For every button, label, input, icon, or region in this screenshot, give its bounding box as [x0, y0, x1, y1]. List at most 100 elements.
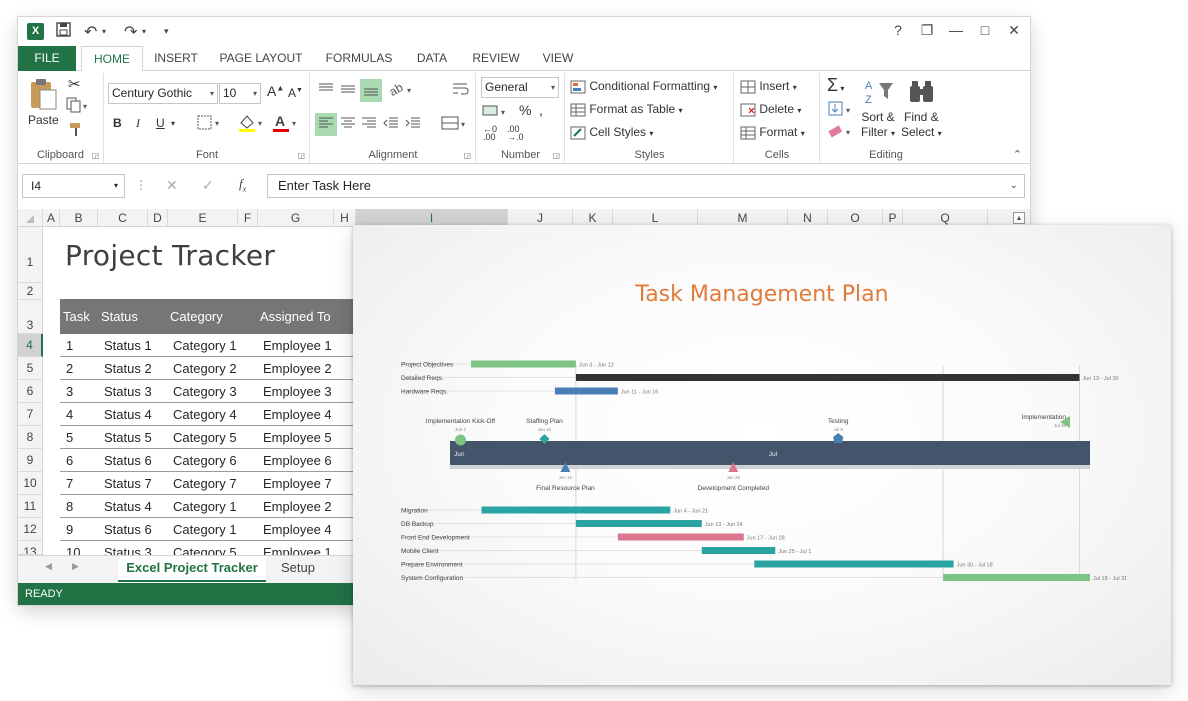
format-painter-icon[interactable] [68, 121, 84, 140]
dialog-launcher-icon[interactable]: ◲ [91, 151, 99, 160]
assigned-to-cell[interactable]: Employee 4 [263, 403, 332, 426]
task-cell[interactable]: 9 [66, 518, 73, 541]
fill-icon[interactable]: ▾ [827, 101, 855, 120]
tab-home[interactable]: HOME [81, 46, 143, 72]
ribbon-display-button[interactable]: ❐ [917, 22, 937, 39]
select-all-corner[interactable] [18, 209, 43, 227]
percent-button[interactable]: % [519, 102, 531, 118]
font-name-select[interactable]: Century Gothic ▾ [108, 83, 218, 104]
assigned-to-cell[interactable]: Employee 1 [263, 334, 332, 357]
column-header[interactable]: C [98, 209, 148, 227]
row-header[interactable]: 8 [18, 426, 43, 449]
category-cell[interactable]: Category 5 [173, 541, 237, 555]
dialog-launcher-icon[interactable]: ◲ [463, 151, 471, 160]
assigned-to-cell[interactable]: Employee 6 [263, 449, 332, 472]
insert-function-icon[interactable]: fx [239, 176, 246, 194]
assigned-to-cell[interactable]: Employee 5 [263, 426, 332, 449]
category-cell[interactable]: Category 1 [173, 495, 237, 518]
task-cell[interactable]: 8 [66, 495, 73, 518]
comma-style-icon[interactable]: , [539, 102, 543, 118]
header-assigned-to[interactable]: Assigned To [260, 299, 331, 334]
decrease-indent-icon[interactable] [382, 115, 400, 134]
task-cell[interactable]: 5 [66, 426, 73, 449]
category-cell[interactable]: Category 5 [173, 426, 237, 449]
sort-filter-icon[interactable]: AZ [865, 77, 895, 110]
tab-page-layout[interactable]: PAGE LAYOUT [215, 46, 307, 71]
accounting-format-icon[interactable]: ▾ [481, 103, 509, 122]
header-category[interactable]: Category [170, 299, 223, 334]
row-header[interactable]: 9 [18, 449, 43, 472]
borders-icon[interactable]: ▾ [197, 115, 223, 134]
save-icon[interactable] [56, 22, 71, 40]
task-cell[interactable]: 7 [66, 472, 73, 495]
align-bottom-icon[interactable] [360, 79, 382, 102]
row-header-selected[interactable]: 4 [18, 334, 43, 357]
wrap-text-icon[interactable] [451, 81, 469, 100]
assigned-to-cell[interactable]: Employee 3 [263, 380, 332, 403]
sheet-tab-excel-project-tracker[interactable]: Excel Project Tracker [118, 556, 266, 582]
row-header[interactable]: 1 [18, 227, 43, 283]
tab-file[interactable]: FILE [18, 46, 76, 71]
row-header[interactable]: 3 [18, 300, 43, 334]
font-color-icon[interactable]: A ▾ [271, 113, 299, 136]
header-task[interactable]: Task [63, 299, 90, 334]
find-select-icon[interactable] [907, 77, 937, 110]
bold-button[interactable]: B [113, 116, 122, 130]
tab-insert[interactable]: INSERT [148, 46, 204, 71]
collapse-ribbon-icon[interactable]: ⌃ [1013, 148, 1022, 161]
copy-icon[interactable]: ▾ [66, 97, 88, 116]
category-cell[interactable]: Category 7 [173, 472, 237, 495]
increase-font-icon[interactable]: A▲ [267, 83, 284, 99]
row-header[interactable]: 10 [18, 472, 43, 495]
row-header[interactable]: 12 [18, 518, 43, 541]
conditional-formatting-button[interactable]: Conditional Formatting ▾ [570, 79, 717, 94]
task-cell[interactable]: 2 [66, 357, 73, 380]
category-cell[interactable]: Category 1 [173, 518, 237, 541]
tab-view[interactable]: VIEW [536, 46, 580, 71]
decrease-decimal-icon[interactable]: .00 →.0 [507, 125, 524, 142]
column-header[interactable]: F [238, 209, 258, 227]
align-middle-icon[interactable] [339, 81, 357, 100]
align-top-icon[interactable] [317, 81, 335, 100]
fill-color-icon[interactable]: ▾ [237, 113, 265, 136]
undo-dropdown-icon[interactable]: ▾ [102, 27, 106, 36]
align-right-icon[interactable] [360, 115, 378, 134]
undo-icon[interactable]: ↶ [84, 22, 97, 42]
task-cell[interactable]: 10 [66, 541, 80, 555]
tab-review[interactable]: REVIEW [468, 46, 524, 71]
format-cells-button[interactable]: Format ▾ [740, 125, 805, 140]
delete-cells-button[interactable]: Delete ▾ [740, 102, 801, 117]
task-cell[interactable]: 6 [66, 449, 73, 472]
sheet-scroll-right-icon[interactable]: ▶ [72, 561, 79, 572]
assigned-to-cell[interactable]: Employee 2 [263, 357, 332, 380]
merge-center-icon[interactable]: ▾ [441, 115, 469, 134]
task-cell[interactable]: 1 [66, 334, 73, 357]
dialog-launcher-icon[interactable]: ◲ [552, 151, 560, 160]
assigned-to-cell[interactable]: Employee 1 [263, 541, 332, 555]
header-status[interactable]: Status [101, 299, 138, 334]
align-left-icon[interactable] [315, 113, 337, 136]
status-cell[interactable]: Status 3 [104, 541, 152, 555]
row-header[interactable]: 13 [18, 541, 43, 555]
decrease-font-icon[interactable]: A▼ [288, 86, 303, 100]
orientation-icon[interactable]: ab ▾ [387, 80, 415, 100]
status-cell[interactable]: Status 4 [104, 495, 152, 518]
insert-cells-button[interactable]: Insert ▾ [740, 79, 797, 94]
align-center-icon[interactable] [339, 115, 357, 134]
column-header[interactable]: G [258, 209, 334, 227]
customize-toolbar-icon[interactable]: ▾ [164, 26, 169, 37]
category-cell[interactable]: Category 4 [173, 403, 237, 426]
number-format-select[interactable]: General ▾ [481, 77, 559, 98]
column-header[interactable]: B [60, 209, 98, 227]
task-cell[interactable]: 3 [66, 380, 73, 403]
find-select-button[interactable]: Find & Select ▾ [901, 110, 942, 141]
category-cell[interactable]: Category 6 [173, 449, 237, 472]
minimize-button[interactable]: — [946, 22, 966, 38]
tab-data[interactable]: DATA [410, 46, 454, 71]
autosum-icon[interactable]: Σ ▾ [827, 75, 844, 96]
underline-button[interactable]: U [156, 116, 165, 130]
category-cell[interactable]: Category 1 [173, 334, 237, 357]
font-size-select[interactable]: 10 ▾ [219, 83, 261, 104]
increase-indent-icon[interactable] [404, 115, 422, 134]
row-header[interactable]: 5 [18, 357, 43, 380]
